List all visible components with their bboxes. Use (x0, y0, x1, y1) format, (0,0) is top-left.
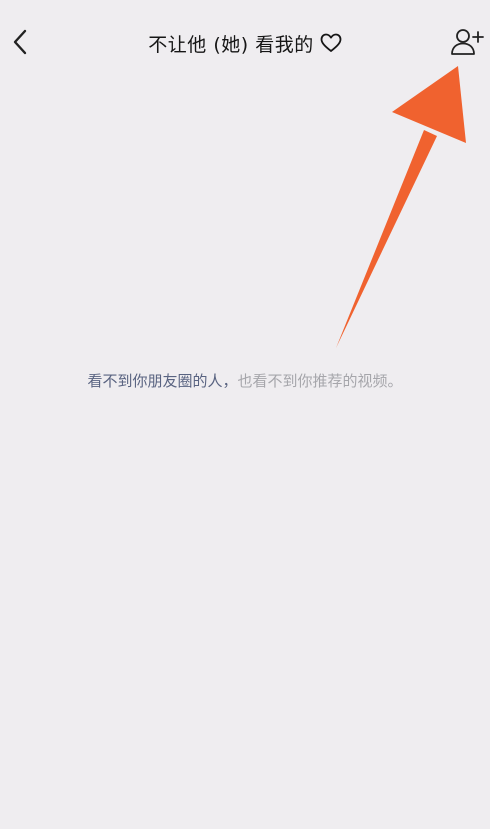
add-contact-icon (451, 29, 484, 55)
add-contact-button[interactable] (448, 24, 486, 60)
empty-state-hint: 看不到你朋友圈的人，也看不到你推荐的视频。 (0, 370, 490, 391)
page-title: 不让他 (她) 看我的 (148, 33, 314, 56)
title-wrap: 不让他 (她) 看我的 (0, 26, 490, 60)
hint-secondary-text: 也看不到你推荐的视频。 (237, 372, 403, 390)
hint-primary-text: 看不到你朋友圈的人， (87, 372, 238, 390)
screen: 不让他 (她) 看我的 看不到你朋友圈的人，也看不到你推荐的视频。 (0, 0, 490, 829)
annotation-arrow-icon (336, 66, 466, 348)
nav-bar: 不让他 (她) 看我的 (0, 0, 490, 86)
heart-outline-icon (320, 33, 342, 53)
